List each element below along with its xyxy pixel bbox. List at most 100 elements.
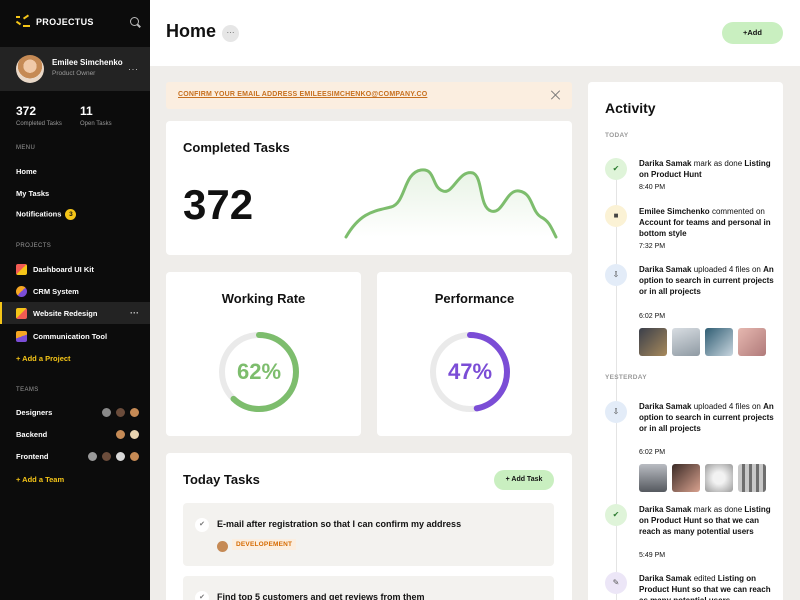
task-item[interactable]: ✔ E-mail after registration so that I ca… — [183, 503, 554, 566]
image-thumbnail[interactable] — [738, 464, 766, 492]
card-title: Completed Tasks — [183, 140, 290, 155]
stat-completed: 372 Completed Tasks — [16, 104, 62, 127]
brand-name: PROJECTUS — [36, 17, 94, 27]
working-rate-card: Working Rate 62% — [166, 272, 361, 436]
activity-time: 6:02 PM — [639, 449, 666, 456]
team-backend[interactable]: Backend — [16, 429, 140, 440]
team-frontend[interactable]: Frontend — [16, 451, 140, 462]
task-text: Find top 5 customers and get reviews fro… — [217, 592, 425, 600]
image-thumbnail[interactable] — [705, 328, 733, 356]
notification-badge: 3 — [65, 209, 77, 220]
avatar — [129, 451, 140, 462]
project-dashboard-ui-kit[interactable]: Dashboard UI Kit — [0, 258, 150, 280]
checkmark-icon[interactable]: ✔ — [195, 518, 209, 532]
sidebar: PROJECTUS Emilee Simchenko Product Owner… — [0, 0, 150, 600]
performance-gauge: 47% — [428, 330, 512, 414]
image-thumbnail[interactable] — [672, 328, 700, 356]
attachment-thumbnails — [639, 464, 771, 492]
checkmark-icon[interactable]: ✔ — [195, 591, 209, 600]
project-label: Communication Tool — [33, 331, 108, 341]
add-task-button[interactable]: + Add Task — [494, 470, 554, 490]
search-icon[interactable] — [130, 17, 139, 26]
image-thumbnail[interactable] — [738, 328, 766, 356]
activity-time: 6:02 PM — [639, 313, 666, 320]
image-thumbnail[interactable] — [639, 464, 667, 492]
stat-value: 11 — [80, 104, 93, 118]
add-team-link[interactable]: + Add a Team — [16, 475, 64, 484]
avatar — [16, 55, 44, 83]
close-icon[interactable] — [550, 89, 562, 101]
project-icon — [16, 330, 27, 342]
teams-section-label: TEAMS — [16, 387, 39, 393]
team-avatars — [112, 429, 140, 440]
project-communication-tool[interactable]: Communication Tool — [0, 325, 150, 347]
project-icon — [16, 285, 27, 297]
page-title: Home — [166, 21, 217, 41]
card-title: Today Tasks — [183, 472, 260, 487]
activity-time: 5:49 PM — [639, 552, 666, 559]
avatar — [115, 407, 126, 418]
performance-card: Performance 47% — [377, 272, 572, 436]
more-icon[interactable]: ··· — [130, 308, 139, 318]
project-label: Dashboard UI Kit — [33, 264, 94, 274]
confirm-email-link[interactable]: CONFIRM YOUR EMAIL ADDRESS EMILEESIMCHEN… — [178, 91, 427, 98]
activity-text: Emilee Simchenko commented on Account fo… — [639, 207, 771, 238]
edit-icon: ✎ — [605, 572, 627, 594]
user-profile[interactable]: Emilee Simchenko Product Owner ··· — [0, 47, 150, 91]
trend-sparkline — [344, 168, 558, 239]
avatar — [115, 451, 126, 462]
project-website-redesign[interactable]: Website Redesign ··· — [0, 302, 150, 324]
comment-icon: ■ — [605, 205, 627, 227]
task-tag: DEVELOPEMENT — [232, 539, 297, 550]
activity-panel: Activity TODAY ✔ Darika Samak mark as do… — [588, 82, 783, 600]
project-icon — [16, 307, 27, 319]
download-icon: ⇩ — [605, 401, 627, 423]
team-label: Frontend — [16, 452, 49, 461]
avatar — [129, 429, 140, 440]
image-thumbnail[interactable] — [705, 464, 733, 492]
projects-section-label: PROJECTS — [16, 243, 52, 249]
today-tasks-card: Today Tasks + Add Task ✔ E-mail after re… — [166, 453, 572, 600]
project-icon — [16, 263, 27, 275]
stat-value: 372 — [16, 104, 37, 118]
avatar — [115, 429, 126, 440]
activity-text: Darika Samak mark as done Listing on Pro… — [639, 159, 771, 179]
team-designers[interactable]: Designers — [16, 407, 140, 418]
completed-count: 372 — [183, 181, 254, 228]
sidebar-item-home[interactable]: Home — [16, 167, 37, 176]
sidebar-item-notifications[interactable]: Notifications 3 — [16, 209, 77, 220]
task-item[interactable]: ✔ Find top 5 customers and get reviews f… — [183, 576, 554, 600]
stat-label: Open Tasks — [80, 121, 112, 127]
logo-icon — [15, 14, 30, 28]
card-title: Performance — [434, 291, 515, 306]
card-title: Working Rate — [221, 291, 306, 306]
stat-open: 11 Open Tasks — [80, 104, 112, 127]
more-icon[interactable]: ··· — [128, 64, 139, 74]
activity-title: Activity — [605, 100, 656, 116]
team-avatars — [84, 451, 140, 462]
project-crm-system[interactable]: CRM System — [0, 280, 150, 302]
sidebar-item-my-tasks[interactable]: My Tasks — [16, 189, 49, 198]
header: Home ··· +Add — [150, 0, 800, 66]
completed-tasks-card: Completed Tasks 372 — [166, 121, 572, 255]
checkmark-icon: ✔ — [605, 158, 627, 180]
day-label-yesterday: YESTERDAY — [605, 374, 647, 381]
project-label: CRM System — [33, 286, 79, 296]
menu-section-label: MENU — [16, 145, 36, 151]
avatar — [101, 407, 112, 418]
brand[interactable]: PROJECTUS — [15, 14, 94, 28]
working-rate-gauge: 62% — [217, 330, 301, 414]
add-project-link[interactable]: + Add a Project — [16, 354, 71, 363]
add-button[interactable]: +Add — [722, 22, 783, 44]
task-text: E-mail after registration so that I can … — [217, 519, 462, 529]
checkmark-icon: ✔ — [605, 504, 627, 526]
activity-time: 7:32 PM — [639, 243, 666, 250]
stat-label: Completed Tasks — [16, 121, 62, 127]
image-thumbnail[interactable] — [639, 328, 667, 356]
avatar — [217, 541, 228, 552]
more-icon[interactable]: ··· — [222, 25, 239, 42]
avatar — [101, 451, 112, 462]
activity-text: Darika Samak edited Listing on Product H… — [639, 574, 771, 600]
image-thumbnail[interactable] — [672, 464, 700, 492]
activity-time: 8:40 PM — [639, 184, 666, 191]
